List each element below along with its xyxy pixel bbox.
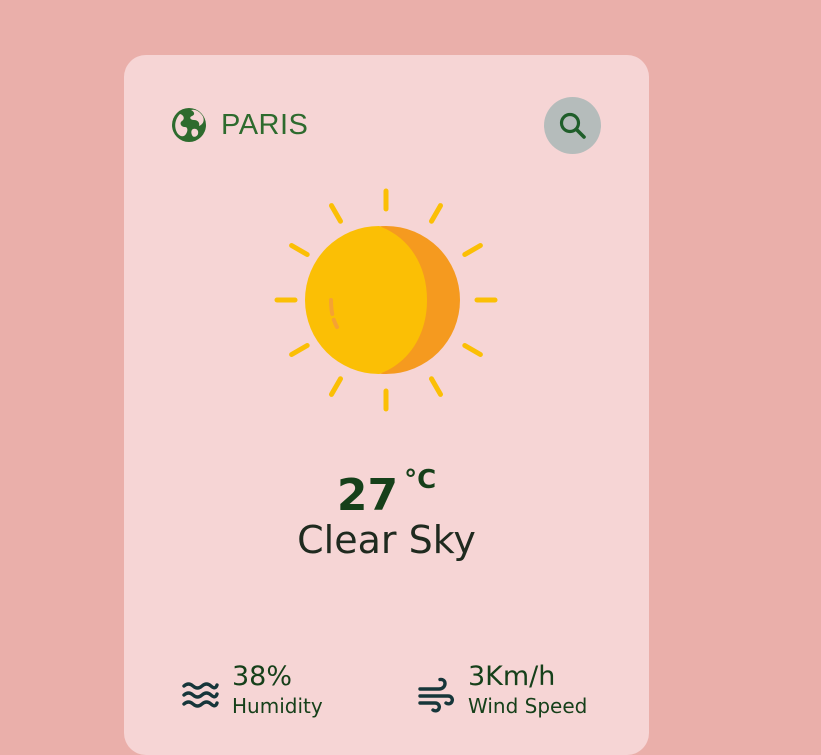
temperature-display: 27 °C <box>124 465 649 521</box>
humidity-stat: 38% Humidity <box>181 660 323 718</box>
search-button[interactable] <box>544 97 601 154</box>
humidity-value: 38% <box>232 661 293 692</box>
wind-speed-value: 3Km/h <box>468 661 556 692</box>
weather-condition: Clear Sky <box>297 518 476 562</box>
city-name: PARIS <box>221 108 309 141</box>
location-display: PARIS <box>171 107 308 143</box>
weather-card: PARIS 27 °C Clear Sky 38% Humidity 3Km/h… <box>124 55 649 755</box>
temperature-unit: °C <box>404 465 437 495</box>
temperature-value: 27 <box>336 470 399 521</box>
humidity-label: Humidity <box>232 694 323 718</box>
waves-icon <box>182 682 219 708</box>
wind-icon <box>418 677 454 713</box>
globe-icon <box>172 108 206 142</box>
sun-icon <box>274 188 498 412</box>
wind-stat: 3Km/h Wind Speed <box>417 660 587 718</box>
wind-speed-label: Wind Speed <box>468 694 588 718</box>
search-icon <box>559 112 586 139</box>
